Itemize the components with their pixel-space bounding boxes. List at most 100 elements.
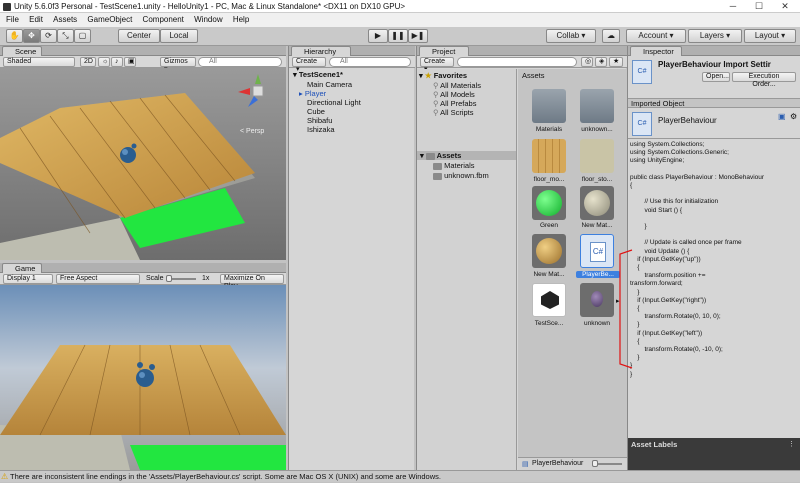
script-source-preview: using System.Collections; using System.C… [630, 141, 765, 378]
model-prefab-icon[interactable] [580, 283, 614, 317]
scale-value: 1x [202, 275, 210, 282]
hierarchy-create-button[interactable]: Create ▾ [292, 57, 326, 73]
hand-tool-button[interactable]: ✋ [6, 29, 23, 43]
favorites-header[interactable]: ▾ ★ Favorites [419, 71, 467, 80]
scene-viewport[interactable]: < Persp [0, 68, 286, 260]
favorite-item[interactable]: ⚲ All Scripts [433, 108, 474, 117]
help-book-icon[interactable]: ▣ [778, 112, 786, 121]
texture-thumbnail-icon[interactable] [580, 139, 614, 173]
csharp-script-icon: C# [632, 112, 652, 136]
account-button[interactable]: Account ▾ [626, 29, 686, 43]
project-asset-grid: Assets Materials unknown... floor_mo... … [518, 69, 627, 470]
favorite-item[interactable]: ⚲ All Materials [433, 81, 481, 90]
status-message[interactable]: There are inconsistent line endings in t… [10, 472, 441, 481]
mode-2d-toggle[interactable]: 2D [80, 57, 96, 67]
maximize-on-play-toggle[interactable]: Maximize On Play [220, 274, 284, 290]
cloud-icon[interactable]: ☁ [602, 29, 620, 43]
asset-labels-menu-icon[interactable]: ⋮ [788, 440, 795, 448]
hierarchy-item[interactable]: Ishizaka [307, 125, 335, 134]
step-button[interactable]: ▶❚ [408, 29, 428, 43]
project-search-input[interactable] [457, 57, 577, 67]
execution-order-button[interactable]: Execution Order... [732, 72, 796, 88]
game-render [0, 285, 286, 470]
tab-hierarchy[interactable]: Hierarchy [291, 46, 351, 56]
maximize-button[interactable]: ☐ [746, 0, 772, 13]
play-button[interactable]: ▶ [368, 29, 388, 43]
game-viewport[interactable] [0, 285, 286, 470]
asset-label: TestSce... [534, 320, 564, 327]
asset-folder[interactable]: Materials [433, 161, 475, 170]
csharp-script-icon: C# [632, 60, 652, 84]
material-sphere-icon[interactable] [580, 186, 614, 220]
scale-tool-button[interactable]: ⤡ [57, 29, 74, 43]
tab-project[interactable]: Project [419, 46, 469, 56]
project-create-button[interactable]: Create ▾ [420, 57, 454, 73]
menu-gameobject[interactable]: GameObject [87, 15, 132, 24]
csharp-script-icon[interactable]: C# [580, 234, 614, 268]
menu-window[interactable]: Window [194, 15, 222, 24]
perspective-label[interactable]: < Persp [240, 128, 264, 135]
effects-toggle-icon[interactable]: ▣ [124, 57, 136, 67]
menu-assets[interactable]: Assets [53, 15, 77, 24]
rotate-tool-button[interactable]: ⟳ [40, 29, 57, 43]
move-tool-button[interactable]: ✥ [23, 29, 40, 43]
hierarchy-search-input[interactable]: All [329, 57, 411, 67]
selected-asset-path: PlayerBehaviour [532, 460, 584, 467]
minimize-button[interactable]: ─ [720, 0, 746, 13]
collab-button[interactable]: Collab ▾ [546, 29, 596, 43]
material-sphere-icon[interactable] [532, 234, 566, 268]
audio-toggle-icon[interactable]: ♪ [111, 57, 123, 67]
folder-icon[interactable] [580, 89, 614, 123]
unity-scene-icon[interactable] [532, 283, 566, 317]
aspect-dropdown[interactable]: Free Aspect [56, 274, 140, 284]
menu-file[interactable]: File [6, 15, 19, 24]
lighting-toggle-icon[interactable]: ☼ [98, 57, 110, 67]
pause-button[interactable]: ❚❚ [388, 29, 408, 43]
menu-help[interactable]: Help [233, 15, 249, 24]
close-button[interactable]: ✕ [772, 0, 798, 13]
pivot-center-button[interactable]: Center [118, 29, 160, 43]
hierarchy-item-player[interactable]: ▸ Player [299, 89, 326, 98]
scene-search-input[interactable]: All [198, 57, 282, 67]
asset-folder[interactable]: unknown.fbm [433, 171, 489, 180]
menu-edit[interactable]: Edit [29, 15, 43, 24]
local-label: Local [169, 31, 189, 40]
hierarchy-item[interactable]: Cube [307, 107, 325, 116]
layout-button[interactable]: Layout ▾ [744, 29, 796, 43]
rect-tool-button[interactable]: ▢ [74, 29, 91, 43]
search-by-type-icon[interactable]: ◎ [581, 57, 593, 67]
favorite-item[interactable]: ⚲ All Models [433, 90, 475, 99]
pivot-local-button[interactable]: Local [160, 29, 198, 43]
folder-icon[interactable] [532, 89, 566, 123]
icon-size-slider-handle[interactable] [592, 460, 598, 467]
scale-label: Scale [146, 275, 164, 282]
favorite-label: All Scripts [440, 108, 474, 117]
gizmos-dropdown[interactable]: Gizmos ▾ [160, 57, 196, 73]
scene-tab-label: Scene [15, 47, 37, 56]
game-tab-label: Game [15, 264, 36, 273]
assets-root[interactable]: ▾ Assets [417, 151, 516, 160]
hierarchy-scene-root[interactable]: ▾ TestScene1* [293, 70, 343, 79]
shading-dropdown[interactable]: Shaded [3, 57, 75, 67]
folder-label: Materials [444, 161, 475, 170]
layers-button[interactable]: Layers ▾ [688, 29, 742, 43]
open-button[interactable]: Open... [702, 72, 730, 82]
settings-gear-icon[interactable]: ⚙ [790, 112, 797, 121]
favorite-item[interactable]: ⚲ All Prefabs [433, 99, 476, 108]
hierarchy-item[interactable]: Directional Light [307, 98, 361, 107]
hierarchy-item[interactable]: Main Camera [307, 80, 352, 89]
tab-scene[interactable]: Scene [2, 46, 42, 56]
inspector-tab-label: Inspector [643, 47, 674, 56]
tab-inspector[interactable]: Inspector [630, 46, 682, 56]
material-sphere-icon[interactable] [532, 186, 566, 220]
scene-gizmo[interactable] [238, 74, 282, 114]
favorite-star-icon[interactable]: ★ [609, 57, 623, 67]
tab-game[interactable]: Game [2, 263, 42, 273]
asset-label: New Mat... [581, 222, 613, 229]
display-dropdown[interactable]: Display 1 [3, 274, 53, 284]
search-by-label-icon[interactable]: ◈ [595, 57, 607, 67]
texture-thumbnail-icon[interactable] [532, 139, 566, 173]
scale-slider-handle[interactable] [166, 275, 172, 282]
hierarchy-item[interactable]: Shibafu [307, 116, 332, 125]
menu-component[interactable]: Component [143, 15, 184, 24]
